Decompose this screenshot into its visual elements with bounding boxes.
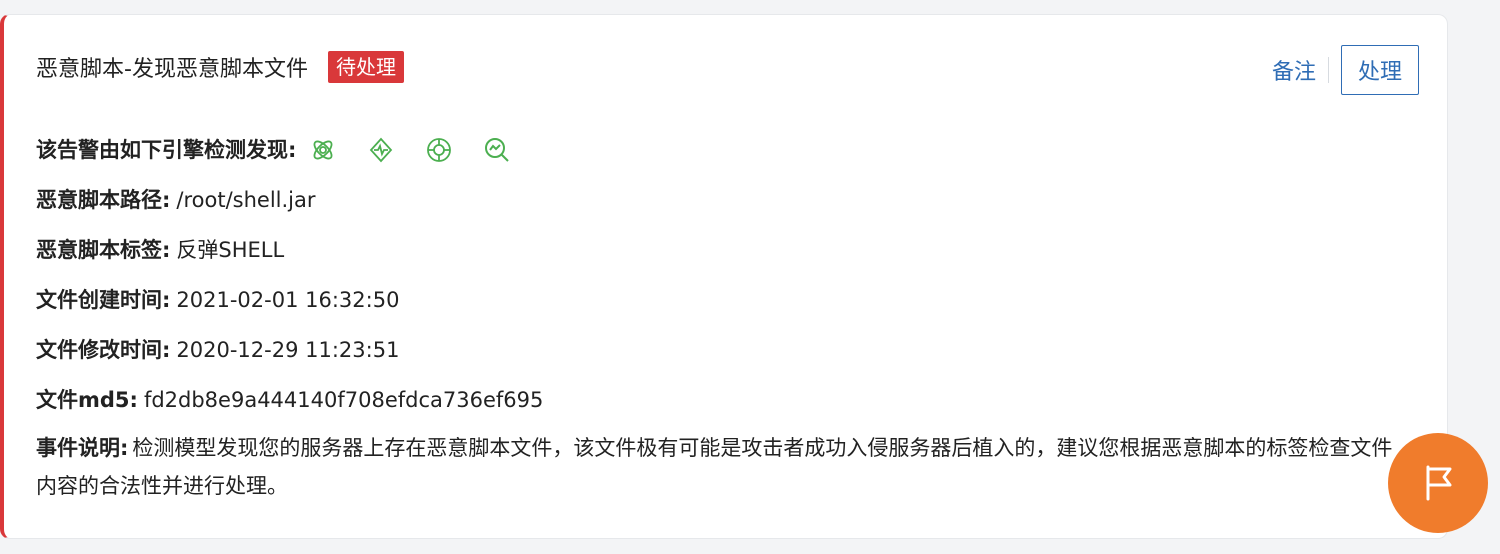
field-label: 文件修改时间:	[36, 338, 171, 362]
engine-row: 该告警由如下引擎检测发现:	[36, 125, 1416, 175]
field-value: fd2db8e9a444140f708efdca736ef695	[143, 388, 544, 412]
description-text: 检测模型发现您的服务器上存在恶意脚本文件，该文件极有可能是攻击者成功入侵服务器后…	[36, 436, 1393, 498]
engine-icons	[308, 135, 540, 165]
field-row-modified: 文件修改时间: 2020-12-29 11:23:51	[36, 325, 1416, 375]
pulse-icon	[366, 135, 396, 165]
field-row-created: 文件创建时间: 2021-02-01 16:32:50	[36, 275, 1416, 325]
field-row-md5: 文件md5: fd2db8e9a444140f708efdca736ef695	[36, 375, 1416, 425]
description-label: 事件说明:	[36, 436, 129, 460]
field-value: 2021-02-01 16:32:50	[176, 288, 400, 312]
field-value: 2020-12-29 11:23:51	[176, 338, 400, 362]
alert-details: 该告警由如下引擎检测发现: 恶意脚本路径: /root/shell.jar 恶意…	[36, 125, 1416, 505]
field-row-path: 恶意脚本路径: /root/shell.jar	[36, 175, 1416, 225]
field-label: 文件创建时间:	[36, 288, 171, 312]
event-description: 事件说明: 检测模型发现您的服务器上存在恶意脚本文件，该文件极有可能是攻击者成功入…	[36, 429, 1406, 505]
field-row-tag: 恶意脚本标签: 反弹SHELL	[36, 225, 1416, 275]
atom-icon	[308, 135, 338, 165]
alert-actions: 备注 处理	[1272, 45, 1419, 95]
field-label: 文件md5:	[36, 388, 138, 412]
alert-title: 恶意脚本-发现恶意脚本文件	[36, 57, 308, 82]
process-button[interactable]: 处理	[1340, 45, 1419, 95]
alert-card: 恶意脚本-发现恶意脚本文件 待处理 备注 处理 该告警由如下引擎检测发现: 恶意…	[0, 14, 1448, 539]
flag-fab-button[interactable]	[1388, 433, 1488, 533]
field-value: 反弹SHELL	[176, 238, 285, 262]
target-icon	[424, 135, 454, 165]
analysis-magnifier-icon	[482, 135, 512, 165]
status-badge: 待处理	[327, 51, 404, 83]
note-link[interactable]: 备注	[1272, 54, 1316, 86]
flag-icon	[1426, 465, 1452, 501]
alert-header: 恶意脚本-发现恶意脚本文件 待处理	[36, 51, 404, 83]
field-value: /root/shell.jar	[176, 188, 316, 212]
action-divider	[1327, 57, 1329, 83]
field-label: 恶意脚本标签:	[36, 238, 171, 262]
engines-label: 该告警由如下引擎检测发现:	[36, 138, 297, 162]
field-label: 恶意脚本路径:	[36, 188, 171, 212]
